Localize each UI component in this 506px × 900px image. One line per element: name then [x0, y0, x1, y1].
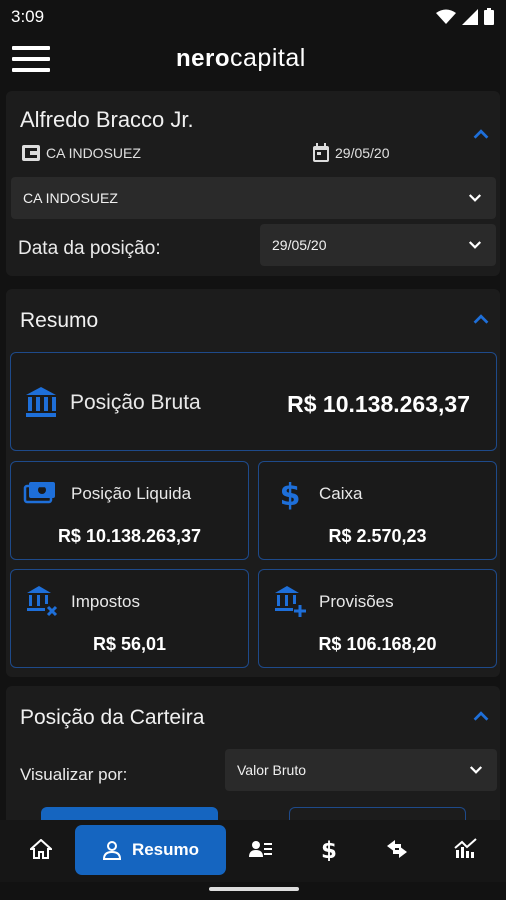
client-bank: CA INDOSUEZ: [21, 143, 141, 163]
provisions-value: R$ 106.168,20: [318, 634, 437, 654]
contact-list-icon: [249, 841, 272, 857]
bank-remove-icon: [27, 586, 58, 617]
gross-position-label: Posição Bruta: [70, 391, 201, 414]
status-icons: [436, 8, 494, 25]
client-name: Alfredo Bracco Jr.: [20, 107, 194, 132]
position-date: 29/05/20: [335, 145, 390, 161]
portfolio-title: Posição da Carteira: [20, 706, 205, 729]
net-position-tile[interactable]: Posição Liquida R$ 10.138.263,37: [10, 461, 249, 560]
bank-plus-icon: [275, 586, 306, 617]
collapse-chevron-icon[interactable]: [470, 705, 492, 727]
nav-clients[interactable]: [246, 834, 276, 864]
nav-home[interactable]: [26, 834, 56, 864]
bank-select-value: CA INDOSUEZ: [23, 190, 118, 206]
dollar-icon: $: [321, 838, 337, 861]
signal-icon: [462, 8, 478, 25]
provisions-label: Provisões: [319, 592, 394, 611]
home-indicator: [209, 887, 299, 891]
battery-icon: [484, 8, 494, 25]
calendar-icon: [313, 143, 329, 162]
date-label: Data da posição:: [18, 238, 161, 259]
summary-title: Resumo: [20, 309, 99, 332]
cash-label: Caixa: [319, 484, 363, 503]
money-icon: [23, 482, 55, 504]
collapse-chevron-icon[interactable]: [470, 308, 492, 330]
chevron-down-icon: [468, 241, 482, 249]
taxes-label: Impostos: [71, 592, 140, 611]
nav-performance[interactable]: [451, 834, 481, 864]
bank-icon: [26, 387, 56, 417]
date-select[interactable]: 29/05/20: [260, 224, 496, 266]
dollar-icon: $: [280, 478, 301, 510]
chevron-down-icon: [468, 194, 482, 202]
wallet-icon: [22, 145, 40, 161]
status-time: 3:09: [11, 7, 45, 26]
net-position-value: R$ 10.138.263,37: [57, 526, 202, 546]
gross-position-tile[interactable]: Posição Bruta R$ 10.138.263,37: [10, 352, 497, 451]
summary-card: Resumo Posição Bruta R$ 10.138.263,37 Po…: [6, 289, 500, 677]
date-select-value: 29/05/20: [272, 237, 327, 253]
view-by-label: Visualizar por:: [20, 765, 128, 784]
provisions-tile[interactable]: Provisões R$ 106.168,20: [258, 569, 497, 668]
nav-transfers[interactable]: [382, 834, 412, 864]
bottom-nav: Resumo $: [0, 820, 506, 882]
bank-select[interactable]: CA INDOSUEZ: [11, 177, 496, 219]
taxes-value: R$ 56,01: [92, 634, 167, 654]
menu-icon[interactable]: [12, 46, 50, 72]
bank-name: CA INDOSUEZ: [46, 145, 141, 161]
cash-tile[interactable]: $ Caixa R$ 2.570,23: [258, 461, 497, 560]
collapse-chevron-icon[interactable]: [470, 123, 492, 145]
nav-finance[interactable]: $: [314, 834, 344, 864]
svg-text:$: $: [280, 478, 301, 510]
logo-right: capital: [230, 44, 306, 72]
cash-value: R$ 2.570,23: [328, 526, 427, 546]
view-by-select[interactable]: Valor Bruto: [225, 749, 497, 791]
person-icon: [102, 841, 121, 860]
home-icon: [30, 839, 52, 859]
wifi-icon: [436, 9, 456, 24]
nav-summary[interactable]: Resumo: [75, 825, 226, 875]
net-position-label: Posição Liquida: [71, 484, 192, 503]
logo-left: nero: [176, 45, 231, 72]
chevron-down-icon: [469, 766, 483, 774]
view-by-select-value: Valor Bruto: [237, 762, 306, 778]
gross-position-value: R$ 10.138.263,37: [287, 391, 470, 417]
app-logo: nerocapital: [176, 44, 306, 73]
status-bar: 3:09: [0, 0, 506, 34]
client-card: Alfredo Bracco Jr. CA INDOSUEZ 29/05/20 …: [6, 91, 500, 276]
app-bar: nerocapital: [0, 34, 506, 86]
taxes-tile[interactable]: Impostos R$ 56,01: [10, 569, 249, 668]
nav-summary-label: Resumo: [131, 840, 200, 859]
chart-icon: [454, 838, 477, 858]
svg-text:$: $: [321, 838, 337, 861]
client-date: 29/05/20: [312, 143, 390, 163]
transfer-arrows-icon: [387, 840, 407, 858]
